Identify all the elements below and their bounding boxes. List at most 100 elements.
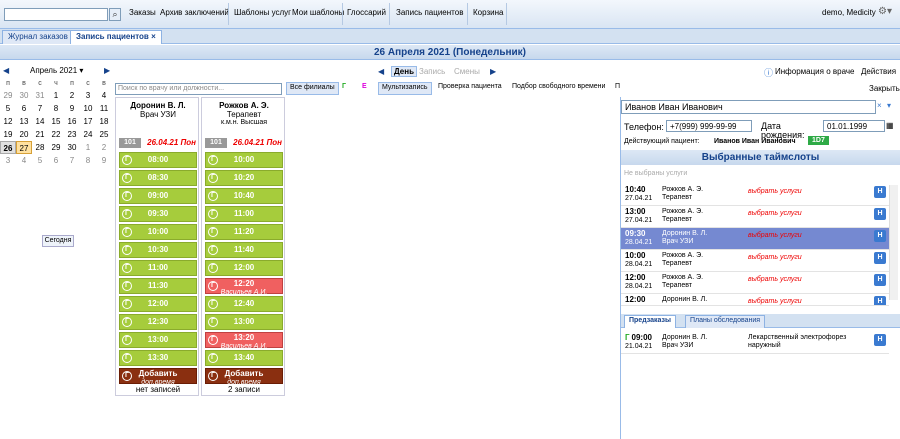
free-slot[interactable]: Г 09:00 <box>119 188 197 204</box>
tab-orders-log[interactable]: Журнал заказов <box>2 30 74 44</box>
calendar-day[interactable]: 2 <box>96 141 112 154</box>
calendar-day[interactable]: 30 <box>16 89 32 102</box>
patient-name-input[interactable]: Иванов Иван Иванович <box>621 100 876 114</box>
calendar-day[interactable]: 27 <box>16 141 32 154</box>
free-slot[interactable]: Г 11:40 <box>205 242 283 258</box>
free-slot[interactable]: Г 13:40 <box>205 350 283 366</box>
calendar-day[interactable]: 9 <box>64 102 80 115</box>
calendar-day[interactable]: 11 <box>96 102 112 115</box>
check-patient-button[interactable]: Проверка пациента <box>435 82 505 95</box>
free-slot[interactable]: Г 12:00 <box>205 260 283 276</box>
timeslot-row[interactable]: 13:00 27.04.21 Рожков А. Э. Терапевт выбрать… <box>621 206 889 228</box>
free-slot[interactable]: Г 10:00 <box>119 224 197 240</box>
service-templates-button[interactable]: Шаблоны услуг <box>234 8 291 17</box>
free-slot[interactable]: Г 13:00 <box>119 332 197 348</box>
calendar-day[interactable]: 7 <box>32 102 48 115</box>
add-time-button[interactable]: Г Добавить доп.время <box>205 368 283 386</box>
doctor-header[interactable]: Рожков А. Э. Терапевт к.м.н. Высшая <box>202 98 286 126</box>
free-slot[interactable]: Г 11:00 <box>119 260 197 276</box>
actions-button[interactable]: Действия <box>861 67 896 76</box>
calendar-day[interactable]: 8 <box>80 154 96 167</box>
multi-booking-button[interactable]: Мультизапись <box>378 82 432 95</box>
calendar-day[interactable]: 14 <box>32 115 48 128</box>
calendar-day[interactable]: 15 <box>48 115 64 128</box>
global-search-input[interactable] <box>4 8 108 21</box>
filter-e-button[interactable]: Е <box>359 82 370 95</box>
calendar-day[interactable]: 4 <box>96 89 112 102</box>
select-services-link[interactable]: выбрать услуги <box>748 298 802 305</box>
calendar-day[interactable]: 1 <box>80 141 96 154</box>
calendar-day[interactable]: 4 <box>16 154 32 167</box>
prev-day-icon[interactable]: ◀ <box>378 67 384 76</box>
phone-input[interactable]: +7(999) 999-99-99 <box>666 120 752 132</box>
free-slot[interactable]: Г 08:30 <box>119 170 197 186</box>
calendar-day[interactable]: 7 <box>64 154 80 167</box>
busy-slot[interactable]: Г 12:20 Васильев А.И. <box>205 278 283 296</box>
free-slot[interactable]: Г 10:20 <box>205 170 283 186</box>
free-slot[interactable]: Г 13:30 <box>119 350 197 366</box>
shifts-view-button[interactable]: Смены <box>454 67 480 76</box>
timeslot-h-button[interactable]: Н <box>874 208 886 220</box>
clear-icon[interactable]: × <box>877 101 882 110</box>
scrollbar[interactable] <box>889 185 898 300</box>
free-slot[interactable]: Г 11:00 <box>205 206 283 222</box>
booking-view-button[interactable]: Запись <box>419 67 445 76</box>
calendar-day[interactable]: 28 <box>32 141 48 154</box>
free-slot[interactable]: Г 10:40 <box>205 188 283 204</box>
select-services-link[interactable]: выбрать услуги <box>748 210 802 217</box>
calendar-day[interactable]: 20 <box>16 128 32 141</box>
timeslot-h-button[interactable]: Н <box>874 230 886 242</box>
timeslot-h-button[interactable]: Н <box>874 186 886 198</box>
calendar-day[interactable]: 3 <box>80 89 96 102</box>
calendar-day[interactable]: 26 <box>0 141 16 154</box>
doctor-header[interactable]: Доронин В. Л. Врач УЗИ <box>116 98 200 119</box>
add-time-button[interactable]: Г Добавить доп.время <box>119 368 197 386</box>
timeslot-row[interactable]: 10:40 27.04.21 Рожков А. Э. Терапевт выбрать… <box>621 184 889 206</box>
free-slot[interactable]: Г 13:00 <box>205 314 283 330</box>
patient-booking-button[interactable]: Запись пациентов <box>396 8 463 17</box>
calendar-day[interactable]: 29 <box>48 141 64 154</box>
free-slot[interactable]: Г 10:30 <box>119 242 197 258</box>
free-slot[interactable]: Г 10:00 <box>205 152 283 168</box>
timeslot-row[interactable]: 12:00 28.04.21 Рожков А. Э. Терапевт выбрать… <box>621 272 889 294</box>
select-services-link[interactable]: выбрать услуги <box>748 188 802 195</box>
archive-button[interactable]: Архив заключений <box>160 8 229 17</box>
calendar-day[interactable]: 17 <box>80 115 96 128</box>
calendar-day[interactable]: 9 <box>96 154 112 167</box>
calendar-day[interactable]: 13 <box>16 115 32 128</box>
select-services-link[interactable]: выбрать услуги <box>748 276 802 283</box>
timeslot-row[interactable]: 12:00 Доронин В. Л. выбрать услуги Н <box>621 294 889 306</box>
orders-button[interactable]: Заказы <box>129 8 156 17</box>
free-slot[interactable]: Г 12:00 <box>119 296 197 312</box>
calendar-day[interactable]: 6 <box>16 102 32 115</box>
free-slot[interactable]: Г 12:40 <box>205 296 283 312</box>
tab-patient-booking[interactable]: Запись пациентов × <box>70 30 162 44</box>
timeslot-h-button[interactable]: Н <box>874 252 886 264</box>
free-slot[interactable]: Г 11:20 <box>205 224 283 240</box>
next-month-icon[interactable]: ▶ <box>104 66 110 75</box>
calendar-day[interactable]: 30 <box>64 141 80 154</box>
calendar-icon[interactable]: ▦ <box>886 121 894 130</box>
glossary-button[interactable]: Глоссарий <box>347 8 386 17</box>
calendar-day[interactable]: 22 <box>48 128 64 141</box>
timeslot-row[interactable]: 09:30 28.04.21 Доронин В. Л. Врач УЗИ выбрат… <box>621 228 889 250</box>
next-day-icon[interactable]: ▶ <box>490 67 496 76</box>
calendar-day[interactable]: 6 <box>48 154 64 167</box>
cart-button[interactable]: Корзина <box>473 8 503 17</box>
free-slot[interactable]: Г 09:30 <box>119 206 197 222</box>
close-icon[interactable]: × <box>151 32 156 41</box>
user-menu[interactable]: demo, Medicity <box>822 8 876 17</box>
calendar-day[interactable]: 16 <box>64 115 80 128</box>
calendar-day[interactable]: 24 <box>80 128 96 141</box>
calendar-day[interactable]: 31 <box>32 89 48 102</box>
free-slot[interactable]: Г 11:30 <box>119 278 197 294</box>
doctor-search-input[interactable]: Поиск по врачу или должности... <box>115 83 282 95</box>
more-button[interactable]: П <box>612 82 623 95</box>
calendar-day[interactable]: 12 <box>0 115 16 128</box>
calendar-day[interactable]: 19 <box>0 128 16 141</box>
month-selector[interactable]: Апрель 2021 ▾ <box>30 66 83 75</box>
gear-icon[interactable]: ⚙▾ <box>878 6 892 17</box>
select-services-link[interactable]: выбрать услуги <box>748 232 802 239</box>
dob-input[interactable]: 01.01.1999 <box>823 120 885 132</box>
tab-exam-plans[interactable]: Планы обследования <box>685 315 766 328</box>
